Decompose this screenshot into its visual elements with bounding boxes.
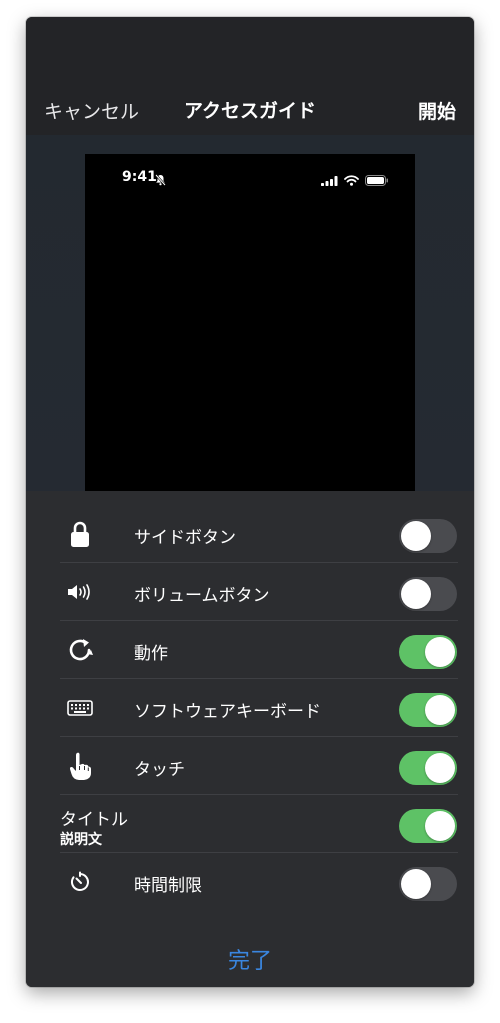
toggle-knob [425, 637, 455, 667]
toggle-knob [401, 579, 431, 609]
speaker-icon [62, 563, 98, 621]
rotate-icon [62, 621, 98, 679]
keyboard-icon [62, 679, 98, 737]
toggle-switch[interactable] [399, 635, 457, 669]
signal-icon [321, 171, 338, 190]
option-label: 動作 [134, 644, 168, 664]
screen-preview-area: 9:41 [26, 135, 474, 491]
option-label: サイドボタン [134, 528, 236, 548]
bell-slash-icon [155, 171, 166, 190]
option-row-software-keyboard: ソフトウェアキーボード [26, 679, 474, 737]
page-title: アクセスガイド [183, 100, 317, 122]
option-row-title: タイトル 説明文 [26, 795, 474, 853]
timer-icon [62, 853, 98, 911]
lock-icon [62, 505, 98, 563]
option-label: ソフトウェアキーボード [134, 702, 321, 722]
option-row-volume-buttons: ボリュームボタン [26, 563, 474, 621]
toggle-switch[interactable] [399, 577, 457, 611]
option-row-side-button: サイドボタン [26, 505, 474, 563]
battery-icon [365, 171, 389, 190]
start-button[interactable]: 開始 [418, 97, 456, 124]
toggle-switch[interactable] [399, 519, 457, 553]
toggle-switch[interactable] [399, 809, 457, 843]
done-button[interactable]: 完了 [26, 943, 474, 975]
access-guide-window: キャンセル アクセスガイド 開始 9:41 サイドボタン ボリュームボタン 動作… [26, 17, 474, 987]
option-row-touch: タッチ [26, 737, 474, 795]
toggle-knob [401, 869, 431, 899]
option-description: 説明文 [60, 832, 102, 848]
status-time: 9:41 [122, 169, 157, 185]
option-label: ボリュームボタン [134, 586, 270, 606]
toggle-knob [425, 811, 455, 841]
option-label: タッチ [134, 760, 185, 780]
option-label: 時間制限 [134, 876, 202, 896]
status-indicators [321, 171, 389, 190]
toggle-knob [401, 521, 431, 551]
hand-pointer-icon [62, 737, 98, 795]
options-sheet: サイドボタン ボリュームボタン 動作 ソフトウェアキーボード タッチ タイトル … [26, 491, 474, 987]
option-row-motion: 動作 [26, 621, 474, 679]
toggle-switch[interactable] [399, 867, 457, 901]
navigation-bar: キャンセル アクセスガイド 開始 [26, 17, 474, 135]
toggle-switch[interactable] [399, 751, 457, 785]
toggle-knob [425, 753, 455, 783]
toggle-knob [425, 695, 455, 725]
screen-preview[interactable]: 9:41 [85, 154, 415, 491]
option-title: タイトル [60, 810, 128, 830]
option-row-time-limit: 時間制限 [26, 853, 474, 911]
wifi-icon [344, 171, 359, 190]
toggle-switch[interactable] [399, 693, 457, 727]
